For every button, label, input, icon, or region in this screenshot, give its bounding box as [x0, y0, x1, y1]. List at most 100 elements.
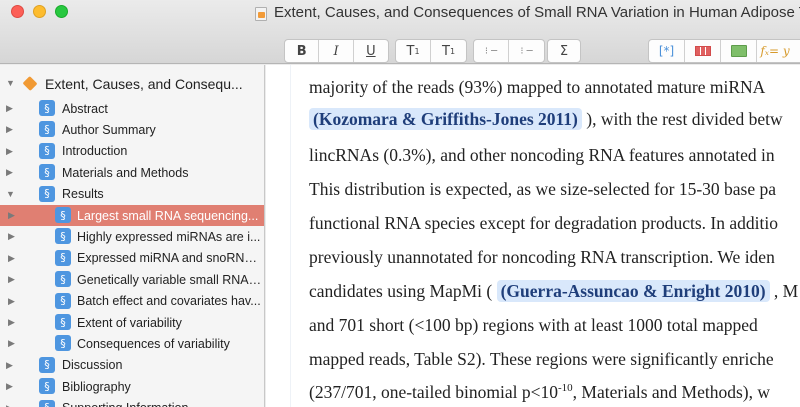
- document-editor[interactable]: majority of the reads (93%) mapped to an…: [266, 65, 800, 407]
- sidebar-item-expressed-mirna-snorna[interactable]: ▶ § Expressed miRNA and snoRNA...: [0, 248, 264, 269]
- section-icon: §: [55, 292, 71, 309]
- sidebar-item-results[interactable]: ▼ § Results: [0, 184, 264, 205]
- citation-icon: [*]: [658, 44, 675, 58]
- disclosure-closed-icon[interactable]: ▶: [8, 339, 16, 348]
- bold-button[interactable]: B: [285, 40, 320, 62]
- text-line-4: This distribution is expected, as we siz…: [309, 179, 777, 199]
- underline-button[interactable]: U: [354, 40, 388, 62]
- sidebar-item-introduction[interactable]: ▶ § Introduction: [0, 141, 264, 162]
- disclosure-closed-icon[interactable]: ▶: [6, 382, 14, 391]
- disclosure-closed-icon[interactable]: ▶: [8, 253, 16, 262]
- insert-group: [*] fₓ= y: [648, 39, 800, 63]
- sidebar-item-label: Introduction: [62, 144, 128, 159]
- minimize-window-button[interactable]: [33, 5, 46, 18]
- disclosure-closed-icon[interactable]: ▶: [6, 104, 14, 113]
- insert-citation-button[interactable]: [*]: [649, 40, 685, 62]
- window-titlebar: Extent, Causes, and Consequences of Smal…: [0, 0, 800, 64]
- sidebar-item-label: Extent of variability: [77, 315, 182, 330]
- editor-margin: [290, 65, 291, 407]
- project-label: Extent, Causes, and Consequ...: [45, 75, 243, 92]
- insert-table-button[interactable]: [685, 40, 721, 62]
- citation-kozomara[interactable]: (Kozomara & Griffiths-Jones 2011): [309, 108, 582, 130]
- disclosure-closed-icon[interactable]: ▶: [8, 232, 16, 241]
- text-line-10-pre: (237/701, one-tailed binomial p<10: [309, 382, 558, 402]
- section-icon: §: [39, 164, 55, 181]
- close-window-button[interactable]: [11, 5, 24, 18]
- text-line-2-rest: ), with the rest divided betw: [581, 109, 783, 129]
- numbered-list-button[interactable]: ⁝ ─: [509, 40, 544, 62]
- math-group: Σ: [547, 39, 581, 63]
- disclosure-closed-icon[interactable]: ▶: [6, 146, 14, 155]
- text-line-7: candidates using MapMi ( (Guerra-Assunca…: [309, 280, 798, 302]
- section-icon: §: [39, 399, 55, 407]
- disclosure-closed-icon[interactable]: ▶: [6, 125, 14, 134]
- section-icon: §: [55, 335, 71, 352]
- sidebar-item-batch-effect[interactable]: ▶ § Batch effect and covariates hav...: [0, 291, 264, 312]
- sidebar-item-label: Genetically variable small RNAs...: [77, 272, 262, 287]
- text-line-1: majority of the reads (93%) mapped to an…: [309, 77, 766, 97]
- subscript-button[interactable]: T1: [431, 40, 466, 62]
- image-icon: [730, 45, 747, 57]
- text-style-group: B I U: [284, 39, 389, 63]
- bullet-list-icon: ⁝ ─: [484, 45, 498, 57]
- document-icon: [255, 7, 267, 21]
- bullet-list-button[interactable]: ⁝ ─: [474, 40, 510, 62]
- outline-sidebar: ▼ Extent, Causes, and Consequ... ▶ § Abstr…: [0, 65, 265, 407]
- section-icon: §: [55, 207, 71, 223]
- sidebar-item-highly-expressed-mirnas[interactable]: ▶ § Highly expressed miRNAs are i...: [0, 226, 264, 247]
- subscript-icon: T: [441, 43, 450, 59]
- section-icon: §: [39, 356, 55, 373]
- text-line-10-post: , Materials and Methods), w: [572, 382, 770, 402]
- sidebar-item-extent-variability[interactable]: ▶ § Extent of variability: [0, 312, 264, 333]
- sigma-button[interactable]: Σ: [548, 40, 580, 62]
- numbered-list-icon: ⁝ ─: [520, 45, 533, 57]
- disclosure-closed-icon[interactable]: ▶: [6, 360, 14, 369]
- sidebar-item-label: Largest small RNA sequencing...: [77, 208, 259, 223]
- section-icon: §: [39, 185, 55, 202]
- script-group: T1 T1: [395, 39, 467, 63]
- sidebar-item-discussion[interactable]: ▶ § Discussion: [0, 355, 264, 376]
- section-icon: §: [55, 228, 71, 245]
- sidebar-item-label: Supporting Information: [62, 401, 262, 407]
- section-icon: §: [55, 249, 71, 266]
- sidebar-item-author-summary[interactable]: ▶ § Author Summary: [0, 119, 264, 140]
- sidebar-item-consequences-variability[interactable]: ▶ § Consequences of variability: [0, 333, 264, 354]
- disclosure-open-icon[interactable]: ▼: [6, 189, 15, 198]
- text-line-10: (237/701, one-tailed binomial p<10-10, M…: [309, 382, 770, 403]
- section-icon: §: [39, 378, 55, 395]
- disclosure-open-icon[interactable]: ▼: [6, 79, 15, 88]
- sidebar-item-abstract[interactable]: ▶ § Abstract: [0, 98, 264, 119]
- equation-icon: fₓ= y: [760, 44, 790, 58]
- insert-equation-button[interactable]: fₓ= y: [757, 40, 793, 62]
- sidebar-item-largest-small-rna[interactable]: ▶ § Largest small RNA sequencing...: [0, 205, 264, 226]
- zoom-window-button[interactable]: [55, 5, 68, 18]
- sidebar-item-bibliography[interactable]: ▶ § Bibliography: [0, 376, 264, 397]
- insert-image-button[interactable]: [721, 40, 757, 62]
- sidebar-item-supporting-information[interactable]: ▶ § Supporting Information: [0, 398, 264, 407]
- italic-button[interactable]: I: [319, 40, 354, 62]
- citation-guerra-assuncao[interactable]: (Guerra-Assuncao & Enright 2010): [496, 280, 770, 302]
- superscript-mark: 1: [414, 46, 420, 56]
- text-line-6: previously unannotated for noncoding RNA…: [309, 247, 775, 267]
- text-line-5: functional RNA species except for degrad…: [309, 213, 778, 233]
- sidebar-item-label: Materials and Methods: [62, 165, 189, 180]
- superscript-icon: T: [406, 43, 415, 59]
- table-icon: [694, 46, 711, 56]
- disclosure-closed-icon[interactable]: ▶: [6, 168, 14, 177]
- text-line-7-pre: candidates using MapMi (: [309, 281, 497, 301]
- disclosure-closed-icon[interactable]: ▶: [6, 403, 14, 407]
- disclosure-closed-icon[interactable]: ▶: [8, 296, 16, 305]
- disclosure-closed-icon[interactable]: ▶: [8, 318, 16, 327]
- disclosure-closed-icon[interactable]: ▶: [8, 211, 16, 220]
- sidebar-item-materials-methods[interactable]: ▶ § Materials and Methods: [0, 162, 264, 183]
- window-title: Extent, Causes, and Consequences of Smal…: [274, 4, 800, 21]
- sidebar-item-genetically-variable[interactable]: ▶ § Genetically variable small RNAs...: [0, 269, 264, 290]
- section-icon: §: [55, 271, 71, 288]
- superscript-button[interactable]: T1: [396, 40, 432, 62]
- text-line-2: (Kozomara & Griffiths-Jones 2011) ), wit…: [309, 108, 783, 130]
- text-line-9: mapped reads, Table S2). These regions w…: [309, 349, 774, 369]
- project-icon: [22, 75, 38, 91]
- disclosure-closed-icon[interactable]: ▶: [8, 275, 16, 284]
- section-icon: §: [39, 100, 55, 116]
- sidebar-project[interactable]: ▼ Extent, Causes, and Consequ...: [0, 73, 264, 94]
